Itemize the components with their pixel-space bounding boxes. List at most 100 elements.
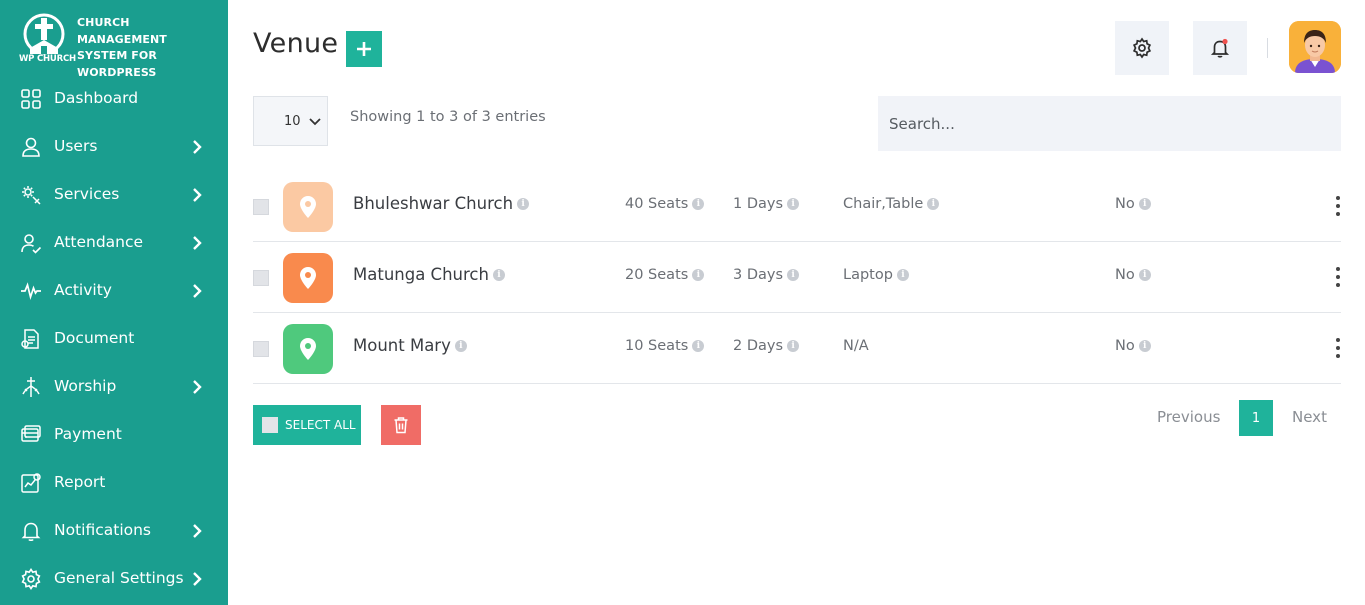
pagination-previous[interactable]: Previous <box>1157 408 1220 426</box>
venue-icon <box>283 182 333 232</box>
sidebar-item-payment[interactable]: Payment <box>0 411 228 459</box>
venue-equipment: Laptop i <box>843 267 909 283</box>
pulse-icon <box>21 282 41 301</box>
info-icon[interactable]: i <box>787 340 800 352</box>
sidebar-item-notifications[interactable]: Notifications <box>0 507 228 555</box>
info-icon[interactable]: i <box>787 269 800 281</box>
bell-icon <box>21 522 41 542</box>
info-icon[interactable]: i <box>1138 198 1151 210</box>
gear-icon <box>1132 37 1152 59</box>
table-row: Bhuleshwar Church i 40 Seats i 1 Days i Cha… <box>253 171 1341 242</box>
document-icon <box>21 329 39 349</box>
chevron-down-icon <box>309 118 321 126</box>
venue-days: 1 Days i <box>733 196 800 212</box>
chevron-right-icon <box>193 380 202 394</box>
venue-days: 2 Days i <box>733 338 800 354</box>
chevron-right-icon <box>193 572 202 586</box>
avatar[interactable] <box>1289 21 1341 73</box>
trash-icon <box>394 417 408 434</box>
info-icon[interactable]: i <box>454 339 467 352</box>
header-divider <box>1267 38 1268 58</box>
sidebar-item-dashboard[interactable]: Dashboard <box>0 75 228 123</box>
payment-icon <box>21 425 41 442</box>
info-icon[interactable]: i <box>1138 340 1151 352</box>
venue-name: Matunga Church i <box>353 265 505 284</box>
more-options-icon[interactable] <box>1335 195 1341 217</box>
settings-button[interactable] <box>1115 21 1169 75</box>
sidebar-item-label: Services <box>54 185 120 203</box>
plus-icon <box>357 42 371 56</box>
pagination-next[interactable]: Next <box>1292 408 1327 426</box>
more-options-icon[interactable] <box>1335 337 1341 359</box>
notifications-button[interactable] <box>1193 21 1247 75</box>
logo-caption: WP CHURCH <box>19 54 76 64</box>
row-checkbox[interactable] <box>253 270 269 286</box>
info-icon[interactable]: i <box>692 198 705 210</box>
row-checkbox[interactable] <box>253 199 269 215</box>
chevron-right-icon <box>193 284 202 298</box>
report-icon <box>21 473 41 493</box>
venue-status: No i <box>1115 196 1151 212</box>
gear-icon <box>21 568 41 590</box>
info-icon[interactable]: i <box>692 269 705 281</box>
info-icon[interactable]: i <box>692 340 705 352</box>
sidebar-item-worship[interactable]: Worship <box>0 363 228 411</box>
page-title: Venue <box>253 28 339 59</box>
sidebar-item-label: Worship <box>54 377 117 395</box>
sidebar-item-report[interactable]: Report <box>0 459 228 507</box>
worship-icon <box>22 377 40 397</box>
page-length-select[interactable]: 10 <box>253 96 328 146</box>
grid-icon <box>21 89 41 109</box>
sidebar-item-activity[interactable]: Activity <box>0 267 228 315</box>
add-venue-button[interactable] <box>346 31 382 67</box>
venue-name: Mount Mary i <box>353 336 467 355</box>
sidebar-item-general-settings[interactable]: General Settings <box>0 555 228 603</box>
info-icon[interactable]: i <box>927 198 940 210</box>
chevron-right-icon <box>193 236 202 250</box>
sidebar-item-label: General Settings <box>54 569 184 587</box>
info-icon[interactable]: i <box>517 197 530 210</box>
sidebar-item-attendance[interactable]: Attendance <box>0 219 228 267</box>
info-icon[interactable]: i <box>896 269 909 281</box>
page-length-value: 10 <box>284 113 301 129</box>
venue-equipment: Chair,Table i <box>843 196 940 212</box>
sidebar-item-services[interactable]: Services <box>0 171 228 219</box>
sidebar-item-label: Activity <box>54 281 112 299</box>
more-options-icon[interactable] <box>1335 266 1341 288</box>
select-all-label: SELECT ALL <box>285 418 356 432</box>
info-icon[interactable]: i <box>787 198 800 210</box>
sidebar-item-label: Payment <box>54 425 122 443</box>
map-pin-icon <box>300 267 316 289</box>
chevron-right-icon <box>193 524 202 538</box>
brand-name: CHURCH MANAGEMENT SYSTEM FOR WORDPRESS <box>77 16 167 79</box>
info-icon[interactable]: i <box>492 268 505 281</box>
venue-seats: 10 Seats i <box>625 338 705 354</box>
brand[interactable]: WP CHURCH CHURCH MANAGEMENT SYSTEM FOR W… <box>18 12 218 79</box>
venue-icon <box>283 253 333 303</box>
user-check-icon <box>21 234 42 254</box>
table-row: Mount Mary i 10 Seats i 2 Days i N/A No i <box>253 313 1341 384</box>
chevron-right-icon <box>193 140 202 154</box>
venue-status: No i <box>1115 338 1151 354</box>
venue-name: Bhuleshwar Church i <box>353 194 530 213</box>
sidebar-item-users[interactable]: Users <box>0 123 228 171</box>
sidebar-item-label: Notifications <box>54 521 152 539</box>
sidebar-item-document[interactable]: Document <box>0 315 228 363</box>
search-input[interactable] <box>878 96 1341 151</box>
venue-equipment: N/A <box>843 338 869 354</box>
map-pin-icon <box>300 196 316 218</box>
sidebar-item-label: Users <box>54 137 98 155</box>
delete-button[interactable] <box>381 405 421 445</box>
services-icon <box>22 186 41 205</box>
sidebar-item-label: Report <box>54 473 106 491</box>
venue-seats: 40 Seats i <box>625 196 705 212</box>
map-pin-icon <box>300 338 316 360</box>
row-checkbox[interactable] <box>253 341 269 357</box>
pagination-page-1[interactable]: 1 <box>1239 400 1273 436</box>
user-icon <box>22 137 40 157</box>
venue-status: No i <box>1115 267 1151 283</box>
venue-seats: 20 Seats i <box>625 267 705 283</box>
table-row: Matunga Church i 20 Seats i 3 Days i Laptop… <box>253 242 1341 313</box>
info-icon[interactable]: i <box>1138 269 1151 281</box>
select-all-button[interactable]: SELECT ALL <box>253 405 361 445</box>
